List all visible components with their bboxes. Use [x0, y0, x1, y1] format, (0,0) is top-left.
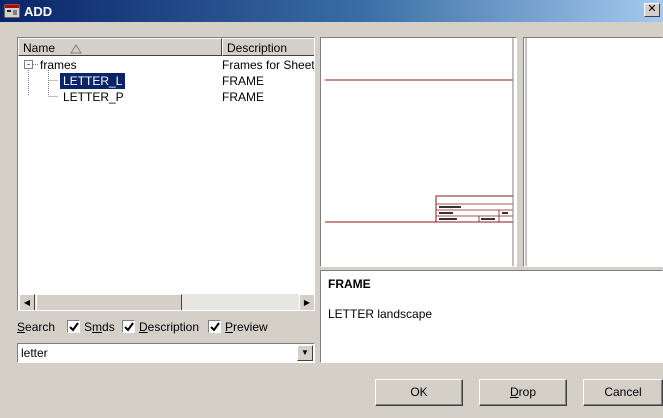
horizontal-scrollbar[interactable]: ◀ ▶ — [19, 294, 314, 310]
title-bar[interactable]: ADD ✕ — [0, 0, 663, 22]
collapse-icon[interactable]: - — [24, 60, 33, 69]
description-label: Description — [139, 320, 200, 334]
scrollbar-thumb[interactable] — [36, 294, 182, 310]
column-header-name-label: Name — [23, 41, 56, 55]
column-header-description-label: Description — [227, 41, 288, 55]
tree-item-description: Frames for Sheet — [222, 58, 315, 72]
tree-item-name: frames — [40, 58, 77, 72]
column-header-row: Name Description — [18, 38, 314, 56]
tree-row-letter-l[interactable]: LETTER_L FRAME — [18, 73, 314, 89]
detail-panel: FRAME LETTER landscape — [320, 270, 663, 363]
description-checkbox[interactable] — [122, 320, 135, 333]
ok-button[interactable]: OK — [375, 379, 463, 406]
library-tree[interactable]: Name Description - frames Frames for She… — [17, 37, 315, 311]
sort-ascending-icon — [70, 43, 82, 57]
scroll-right-icon[interactable]: ▶ — [299, 294, 314, 310]
search-input[interactable]: letter — [21, 346, 48, 360]
tree-item-description: FRAME — [222, 90, 264, 104]
search-label: Search — [17, 320, 56, 334]
preview-area: FRAME LETTER landscape — [320, 37, 663, 363]
preview-checkbox[interactable] — [208, 320, 221, 333]
column-header-name[interactable]: Name — [18, 38, 222, 56]
frame-preview-drawing — [325, 38, 514, 266]
chevron-down-icon[interactable]: ▼ — [297, 345, 313, 361]
detail-description: LETTER landscape — [328, 307, 433, 321]
tree-item-description: FRAME — [222, 74, 264, 88]
cancel-button[interactable]: Cancel — [583, 379, 663, 406]
scroll-left-icon[interactable]: ◀ — [19, 294, 35, 310]
tree-item-name: LETTER_P — [63, 90, 124, 104]
search-combobox[interactable]: letter ▼ — [17, 343, 315, 363]
column-header-description[interactable]: Description — [222, 38, 314, 56]
close-icon[interactable]: ✕ — [644, 3, 660, 17]
secondary-preview-drawing — [525, 38, 527, 266]
tree-item-name: LETTER_L — [60, 73, 126, 89]
app-window-icon — [3, 3, 21, 19]
symds-label: Smds — [84, 320, 115, 334]
drop-button[interactable]: Drop — [479, 379, 567, 406]
preview-label: Preview — [225, 320, 268, 334]
secondary-preview[interactable] — [523, 37, 663, 267]
tree-row-letter-p[interactable]: LETTER_P FRAME — [18, 89, 314, 105]
tree-row-frames[interactable]: - frames Frames for Sheet — [18, 57, 314, 73]
detail-title: FRAME — [328, 277, 371, 291]
add-dialog: ADD ✕ Name Description - frames Frames f… — [0, 0, 663, 418]
frame-preview[interactable] — [320, 37, 517, 267]
symds-checkbox[interactable] — [67, 320, 80, 333]
window-title: ADD — [24, 4, 53, 19]
